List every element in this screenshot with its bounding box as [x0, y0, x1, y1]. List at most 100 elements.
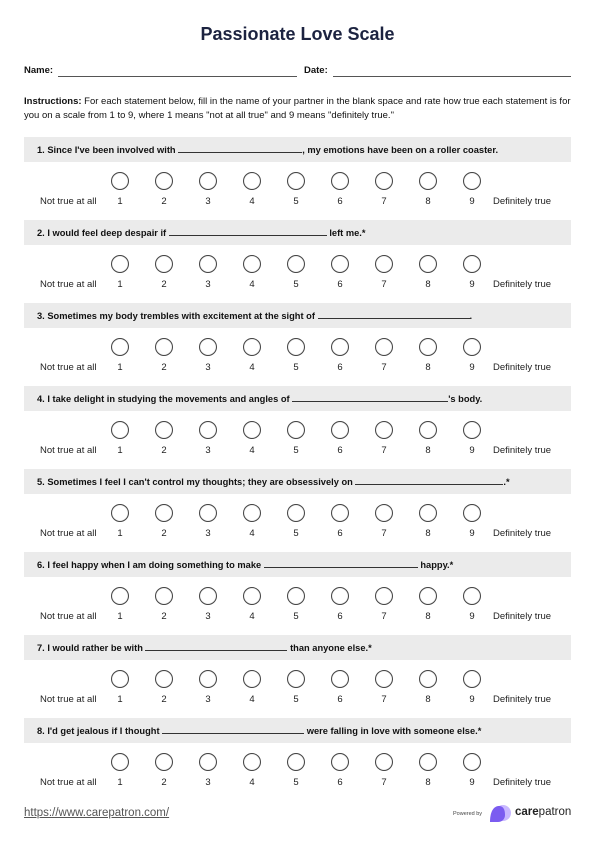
partner-name-blank[interactable] [162, 725, 305, 734]
rating-radio[interactable] [155, 421, 173, 439]
rating-radio[interactable] [287, 753, 305, 771]
partner-name-blank[interactable] [317, 310, 470, 319]
rating-option[interactable]: 6 [330, 587, 350, 627]
rating-option[interactable]: 7 [374, 421, 394, 461]
rating-option[interactable]: 9 [462, 504, 482, 544]
rating-radio[interactable] [199, 587, 217, 605]
rating-radio[interactable] [111, 753, 129, 771]
rating-option[interactable]: 5 [286, 587, 306, 627]
rating-option[interactable]: 5 [286, 255, 306, 295]
rating-option[interactable]: 3 [198, 670, 218, 710]
rating-radio[interactable] [419, 670, 437, 688]
rating-option[interactable]: 2 [154, 587, 174, 627]
rating-option[interactable]: 8 [418, 753, 438, 793]
rating-option[interactable]: 9 [462, 670, 482, 710]
rating-radio[interactable] [463, 587, 481, 605]
rating-option[interactable]: 3 [198, 338, 218, 378]
rating-radio[interactable] [155, 753, 173, 771]
rating-radio[interactable] [111, 172, 129, 190]
rating-radio[interactable] [463, 670, 481, 688]
rating-option[interactable]: 6 [330, 338, 350, 378]
date-field[interactable] [333, 76, 571, 77]
rating-option[interactable]: 3 [198, 255, 218, 295]
rating-option[interactable]: 9 [462, 421, 482, 461]
rating-option[interactable]: 2 [154, 753, 174, 793]
rating-option[interactable]: 8 [418, 587, 438, 627]
rating-radio[interactable] [419, 587, 437, 605]
rating-radio[interactable] [463, 255, 481, 273]
rating-radio[interactable] [331, 338, 349, 356]
rating-radio[interactable] [419, 338, 437, 356]
rating-radio[interactable] [463, 338, 481, 356]
rating-radio[interactable] [375, 421, 393, 439]
rating-radio[interactable] [419, 255, 437, 273]
rating-radio[interactable] [331, 421, 349, 439]
rating-radio[interactable] [375, 753, 393, 771]
rating-option[interactable]: 1 [110, 670, 130, 710]
rating-radio[interactable] [287, 504, 305, 522]
rating-radio[interactable] [375, 504, 393, 522]
rating-radio[interactable] [287, 338, 305, 356]
rating-option[interactable]: 5 [286, 753, 306, 793]
rating-option[interactable]: 4 [242, 587, 262, 627]
rating-radio[interactable] [463, 753, 481, 771]
rating-radio[interactable] [375, 255, 393, 273]
partner-name-blank[interactable] [263, 559, 418, 568]
rating-radio[interactable] [375, 172, 393, 190]
rating-radio[interactable] [463, 504, 481, 522]
rating-radio[interactable] [243, 504, 261, 522]
rating-radio[interactable] [199, 255, 217, 273]
rating-option[interactable]: 3 [198, 504, 218, 544]
rating-radio[interactable] [375, 338, 393, 356]
rating-option[interactable]: 9 [462, 338, 482, 378]
rating-radio[interactable] [155, 587, 173, 605]
rating-option[interactable]: 3 [198, 421, 218, 461]
rating-option[interactable]: 8 [418, 172, 438, 212]
website-link[interactable]: https://www.carepatron.com/ [24, 807, 169, 819]
rating-option[interactable]: 8 [418, 421, 438, 461]
rating-option[interactable]: 7 [374, 670, 394, 710]
rating-option[interactable]: 9 [462, 172, 482, 212]
rating-radio[interactable] [111, 670, 129, 688]
rating-radio[interactable] [243, 172, 261, 190]
rating-radio[interactable] [331, 504, 349, 522]
rating-radio[interactable] [199, 753, 217, 771]
rating-option[interactable]: 4 [242, 255, 262, 295]
rating-option[interactable]: 2 [154, 255, 174, 295]
rating-radio[interactable] [111, 338, 129, 356]
rating-radio[interactable] [243, 338, 261, 356]
rating-option[interactable]: 3 [198, 753, 218, 793]
rating-radio[interactable] [155, 504, 173, 522]
rating-option[interactable]: 1 [110, 753, 130, 793]
rating-radio[interactable] [419, 753, 437, 771]
rating-option[interactable]: 2 [154, 670, 174, 710]
rating-option[interactable]: 3 [198, 172, 218, 212]
rating-radio[interactable] [331, 587, 349, 605]
rating-option[interactable]: 9 [462, 255, 482, 295]
rating-radio[interactable] [419, 172, 437, 190]
rating-radio[interactable] [419, 504, 437, 522]
rating-radio[interactable] [243, 421, 261, 439]
rating-option[interactable]: 5 [286, 421, 306, 461]
rating-radio[interactable] [243, 255, 261, 273]
rating-radio[interactable] [111, 587, 129, 605]
rating-option[interactable]: 7 [374, 504, 394, 544]
rating-radio[interactable] [111, 421, 129, 439]
rating-radio[interactable] [463, 172, 481, 190]
rating-option[interactable]: 1 [110, 421, 130, 461]
rating-radio[interactable] [199, 172, 217, 190]
rating-option[interactable]: 9 [462, 587, 482, 627]
rating-option[interactable]: 4 [242, 172, 262, 212]
rating-radio[interactable] [243, 670, 261, 688]
rating-option[interactable]: 8 [418, 504, 438, 544]
rating-option[interactable]: 6 [330, 670, 350, 710]
rating-option[interactable]: 5 [286, 670, 306, 710]
rating-radio[interactable] [331, 670, 349, 688]
rating-radio[interactable] [111, 255, 129, 273]
rating-option[interactable]: 7 [374, 587, 394, 627]
rating-radio[interactable] [199, 670, 217, 688]
rating-option[interactable]: 6 [330, 172, 350, 212]
rating-radio[interactable] [155, 255, 173, 273]
rating-option[interactable]: 2 [154, 421, 174, 461]
partner-name-blank[interactable] [178, 144, 303, 153]
